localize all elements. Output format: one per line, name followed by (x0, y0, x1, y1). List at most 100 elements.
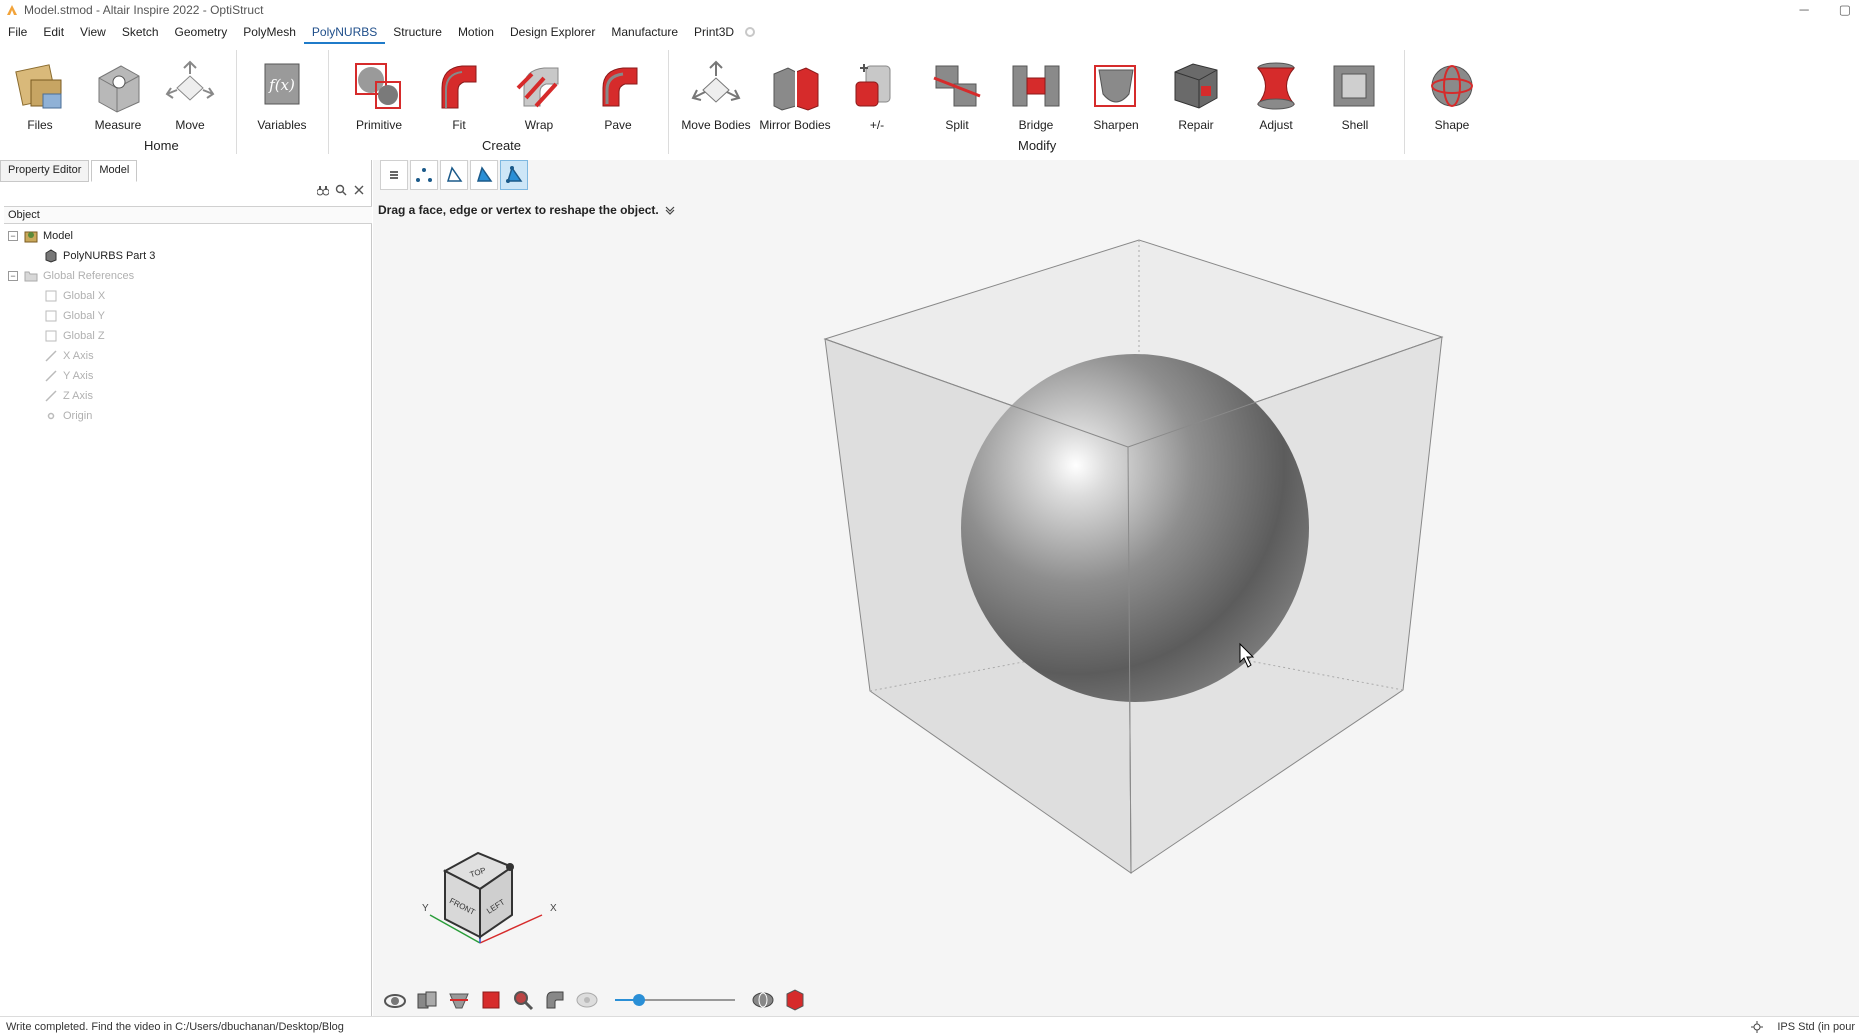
display-mode-icon[interactable] (479, 988, 503, 1012)
slider-thumb[interactable] (633, 994, 645, 1006)
menu-motion[interactable]: Motion (450, 20, 502, 44)
mirror-bodies-button[interactable]: Mirror Bodies (758, 58, 832, 133)
move-icon (165, 60, 215, 101)
shell-icon (1333, 65, 1375, 107)
search-icon[interactable] (335, 184, 347, 196)
window-title: Model.stmod - Altair Inspire 2022 - Opti… (24, 3, 264, 17)
measure-icon (98, 65, 140, 113)
ribbon-separator (1404, 50, 1405, 154)
edges-icon (446, 166, 463, 182)
shaded-view-icon[interactable] (751, 988, 775, 1012)
tree-item-global-references[interactable]: − Global References (4, 266, 370, 286)
scene-canvas[interactable] (373, 160, 1859, 1016)
collapse-toggle[interactable]: − (8, 231, 18, 241)
menu-design-explorer[interactable]: Design Explorer (502, 20, 603, 44)
axis-icon (45, 350, 57, 362)
section-cut-icon[interactable] (447, 988, 471, 1012)
split-button[interactable]: Split (920, 58, 994, 133)
display-slider[interactable] (615, 992, 735, 1008)
pave-icon (602, 67, 638, 107)
model-tree: − Model PolyNURBS Part 3 − Global Refere… (4, 226, 370, 426)
menu-polynurbs[interactable]: PolyNURBS (303, 20, 386, 44)
tree-item-y-axis[interactable]: Y Axis (4, 366, 370, 386)
unit-system-selector[interactable]: IPS Std (in pour (1777, 1021, 1855, 1033)
title-bar: Model.stmod - Altair Inspire 2022 - Opti… (0, 0, 1859, 20)
binoculars-icon[interactable] (317, 184, 329, 196)
tree-item-part[interactable]: PolyNURBS Part 3 (4, 246, 370, 266)
tree-item-z-axis[interactable]: Z Axis (4, 386, 370, 406)
ribbon-separator (328, 50, 329, 154)
polynurbs-part-icon (45, 249, 57, 263)
tree-item-model[interactable]: − Model (4, 226, 370, 246)
menu-geometry[interactable]: Geometry (167, 20, 236, 44)
move-bodies-button[interactable]: Move Bodies (679, 58, 753, 133)
pave-button[interactable]: Pave (581, 58, 655, 133)
select-faces-button[interactable] (470, 160, 498, 190)
chevron-down-icon[interactable] (665, 205, 675, 215)
ribbon-separator (668, 50, 669, 154)
tree-column-header: Object (4, 206, 372, 224)
move-button[interactable]: Move (153, 58, 227, 133)
shape-button[interactable]: Shape (1415, 58, 1489, 133)
menu-polymesh[interactable]: PolyMesh (235, 20, 304, 44)
files-button[interactable]: Files (3, 58, 77, 133)
view-cube[interactable]: TOP FRONT LEFT Y X (420, 845, 570, 955)
camera-views-icon[interactable] (415, 988, 439, 1012)
select-edges-button[interactable] (440, 160, 468, 190)
move-bodies-icon (691, 60, 741, 103)
fit-icon (441, 65, 477, 109)
list-menu-button[interactable] (380, 160, 408, 190)
minimize-button[interactable]: ─ (1799, 2, 1808, 18)
sharpen-button[interactable]: Sharpen (1079, 58, 1153, 133)
menu-view[interactable]: View (72, 20, 114, 44)
status-message: Write completed. Find the video in C:/Us… (6, 1021, 344, 1033)
menu-file[interactable]: File (0, 20, 35, 44)
menu-manufacture[interactable]: Manufacture (603, 20, 686, 44)
zoom-fit-icon[interactable] (511, 988, 535, 1012)
bridge-button[interactable]: Bridge (999, 58, 1073, 133)
select-vertices-button[interactable] (410, 160, 438, 190)
primitive-button[interactable]: Primitive (342, 58, 416, 133)
variables-button[interactable]: f(x) Variables (245, 58, 319, 133)
selection-filter-toolbar (380, 160, 530, 190)
adjust-button[interactable]: Adjust (1239, 58, 1313, 133)
tree-item-global-z[interactable]: Global Z (4, 326, 370, 346)
tree-item-global-x[interactable]: Global X (4, 286, 370, 306)
orbit-icon[interactable] (383, 988, 407, 1012)
tree-item-global-y[interactable]: Global Y (4, 306, 370, 326)
menu-edit[interactable]: Edit (35, 20, 72, 44)
files-icon (15, 64, 62, 109)
tab-property-editor[interactable]: Property Editor (0, 160, 90, 182)
ribbon: Files Measure Move Home f(x) Variables P… (0, 44, 1859, 158)
menu-print3d[interactable]: Print3D (686, 20, 742, 44)
modify-group-label: Modify (1018, 138, 1057, 153)
menu-sketch[interactable]: Sketch (114, 20, 167, 44)
measure-button[interactable]: Measure (81, 58, 155, 133)
ribbon-separator (236, 50, 237, 154)
tree-item-origin[interactable]: Origin (4, 406, 370, 426)
altair-logo-icon (7, 5, 17, 15)
wrap-icon (516, 67, 559, 108)
fit-button[interactable]: Fit (422, 58, 496, 133)
maximize-button[interactable]: ▢ (1839, 2, 1851, 18)
ribbon-settings-icon[interactable] (744, 26, 756, 38)
shell-button[interactable]: Shell (1318, 58, 1392, 133)
tab-model[interactable]: Model (91, 160, 138, 182)
rendering-icon[interactable] (543, 988, 567, 1012)
wrap-button[interactable]: Wrap (502, 58, 576, 133)
status-bar: Write completed. Find the video in C:/Us… (0, 1016, 1859, 1036)
tree-item-x-axis[interactable]: X Axis (4, 346, 370, 366)
visibility-icon[interactable] (575, 988, 599, 1012)
close-icon[interactable] (353, 184, 365, 196)
repair-button[interactable]: Repair (1159, 58, 1233, 133)
collapse-toggle[interactable]: − (8, 271, 18, 281)
select-all-button[interactable] (500, 160, 528, 190)
panel-tabs: Property Editor Model (0, 160, 372, 182)
menu-structure[interactable]: Structure (385, 20, 450, 44)
folder-icon (24, 271, 38, 282)
plus-minus-button[interactable]: +/- (840, 58, 914, 133)
faces-icon (476, 166, 493, 182)
all-elements-icon (506, 166, 523, 183)
part-color-icon[interactable] (783, 988, 807, 1012)
snap-settings-icon[interactable] (1751, 1021, 1764, 1033)
